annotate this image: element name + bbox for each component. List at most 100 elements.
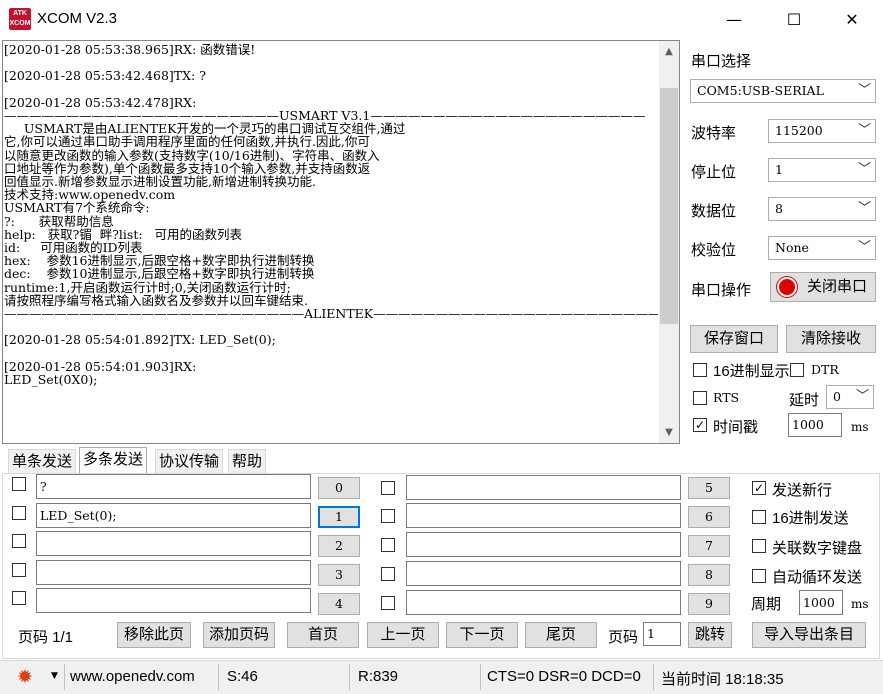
close-port-button[interactable]: 关闭串口 bbox=[770, 272, 876, 302]
status-separator bbox=[653, 664, 654, 690]
send-field-5[interactable] bbox=[406, 475, 681, 500]
first-page-button[interactable]: 首页 bbox=[287, 622, 359, 648]
timestamp-interval-input[interactable]: 1000 bbox=[788, 413, 842, 437]
send-field-0[interactable]: ? bbox=[36, 474, 311, 499]
period-input[interactable]: 1000 bbox=[799, 590, 843, 615]
row-7-checkbox[interactable] bbox=[381, 538, 395, 552]
row-8-checkbox[interactable] bbox=[381, 567, 395, 581]
send-button-2[interactable]: 2 bbox=[318, 535, 360, 557]
send-button-5[interactable]: 5 bbox=[688, 477, 730, 499]
import-export-button[interactable]: 导入导出条目 bbox=[752, 622, 866, 648]
status-sent-count: S:46 bbox=[227, 668, 258, 685]
send-button-8[interactable]: 8 bbox=[688, 564, 730, 586]
delay-select[interactable]: 0 ﹀ bbox=[826, 385, 874, 409]
send-newline-label: 发送新行 bbox=[772, 482, 833, 499]
send-button-0[interactable]: 0 bbox=[318, 477, 360, 499]
tab-help[interactable]: 帮助 bbox=[228, 449, 267, 473]
send-field-3[interactable] bbox=[36, 560, 311, 585]
row-2-checkbox[interactable] bbox=[12, 534, 26, 548]
hex-display-checkbox[interactable] bbox=[693, 363, 707, 377]
send-button-9[interactable]: 9 bbox=[688, 593, 730, 615]
row-6-checkbox[interactable] bbox=[381, 509, 395, 523]
scroll-up-icon[interactable]: ▲ bbox=[660, 43, 678, 61]
period-ms-label: ms bbox=[851, 597, 869, 611]
gear-icon[interactable]: ✹ bbox=[17, 666, 33, 688]
last-page-button[interactable]: 尾页 bbox=[525, 622, 597, 648]
status-separator bbox=[64, 664, 65, 690]
send-newline-checkbox[interactable]: ✓ bbox=[752, 481, 766, 495]
parity-label: 校验位 bbox=[691, 242, 737, 259]
page-input[interactable]: 1 bbox=[643, 622, 681, 646]
auto-loop-checkbox[interactable] bbox=[752, 569, 766, 583]
tab-single-send[interactable]: 单条发送 bbox=[8, 449, 77, 473]
minimize-button[interactable]: — bbox=[711, 0, 757, 40]
rts-checkbox[interactable] bbox=[693, 391, 707, 405]
hex-send-checkbox[interactable] bbox=[752, 510, 766, 524]
row-5-checkbox[interactable] bbox=[381, 481, 395, 495]
parity-value: None bbox=[775, 240, 809, 255]
hex-send-label: 16进制发送 bbox=[772, 510, 849, 527]
send-field-7[interactable] bbox=[406, 532, 681, 557]
row-0-checkbox[interactable] bbox=[12, 477, 26, 491]
receive-text[interactable]: [2020-01-28 05:53:38.965]RX: 函数错误! [2020… bbox=[4, 43, 658, 443]
delay-label: 延时 bbox=[789, 392, 820, 409]
tab-protocol[interactable]: 协议传输 bbox=[155, 449, 224, 473]
stop-select[interactable]: 1 ﹀ bbox=[768, 158, 876, 182]
parity-select[interactable]: None ﹀ bbox=[768, 236, 876, 260]
link-keypad-checkbox[interactable] bbox=[752, 539, 766, 553]
row-1-checkbox[interactable] bbox=[12, 506, 26, 520]
close-port-label: 关闭串口 bbox=[806, 278, 867, 295]
send-field-8[interactable] bbox=[406, 561, 681, 586]
dtr-checkbox[interactable] bbox=[790, 363, 804, 377]
timestamp-label: 时间戳 bbox=[713, 419, 759, 436]
port-status-icon bbox=[779, 279, 795, 295]
send-field-2[interactable] bbox=[36, 531, 311, 556]
jump-button[interactable]: 跳转 bbox=[688, 622, 732, 648]
clear-receive-button[interactable]: 清除接收 bbox=[786, 325, 876, 353]
send-button-7[interactable]: 7 bbox=[688, 535, 730, 557]
data-select[interactable]: 8 ﹀ bbox=[768, 197, 876, 221]
op-label: 串口操作 bbox=[691, 282, 752, 299]
window-title: XCOM V2.3 bbox=[37, 10, 118, 27]
send-field-9[interactable] bbox=[406, 590, 681, 615]
maximize-button[interactable]: ☐ bbox=[771, 0, 817, 40]
send-button-6[interactable]: 6 bbox=[688, 506, 730, 528]
send-field-4[interactable] bbox=[36, 588, 311, 613]
timestamp-checkbox[interactable]: ✓ bbox=[693, 418, 707, 432]
row-3-checkbox[interactable] bbox=[12, 563, 26, 577]
send-field-1[interactable]: LED_Set(0); bbox=[36, 503, 311, 528]
row-9-checkbox[interactable] bbox=[381, 596, 395, 610]
page-label: 页码 bbox=[608, 629, 639, 646]
status-separator bbox=[218, 664, 219, 690]
port-select[interactable]: COM5:USB-SERIAL ﹀ bbox=[690, 79, 876, 103]
send-button-1[interactable]: 1 bbox=[318, 506, 360, 528]
save-window-button[interactable]: 保存窗口 bbox=[690, 325, 778, 353]
stop-label: 停止位 bbox=[691, 164, 737, 181]
status-received-count: R:839 bbox=[358, 668, 399, 685]
data-label: 数据位 bbox=[691, 203, 737, 220]
tab-multi-send[interactable]: 多条发送 bbox=[79, 447, 148, 474]
scroll-thumb[interactable] bbox=[660, 88, 678, 324]
send-field-6[interactable] bbox=[406, 503, 681, 528]
row-4-checkbox[interactable] bbox=[12, 591, 26, 605]
status-separator bbox=[480, 664, 481, 690]
data-value: 8 bbox=[775, 201, 783, 216]
chevron-down-icon: ﹀ bbox=[857, 201, 871, 216]
remove-page-button[interactable]: 移除此页 bbox=[117, 622, 191, 648]
period-label: 周期 bbox=[751, 596, 782, 613]
next-page-button[interactable]: 下一页 bbox=[446, 622, 518, 648]
send-button-3[interactable]: 3 bbox=[318, 564, 360, 586]
dropdown-arrow-icon[interactable]: ▼ bbox=[51, 671, 58, 681]
delay-value: 0 bbox=[833, 389, 841, 404]
dtr-label: DTR bbox=[811, 362, 839, 377]
scroll-down-icon[interactable]: ▼ bbox=[660, 424, 678, 442]
baud-value: 115200 bbox=[775, 123, 823, 138]
add-page-button[interactable]: 添加页码 bbox=[203, 622, 275, 648]
status-url[interactable]: www.openedv.com bbox=[70, 668, 195, 685]
close-button[interactable]: ✕ bbox=[829, 0, 875, 40]
rts-label: RTS bbox=[713, 390, 740, 405]
baud-select[interactable]: 115200 ﹀ bbox=[768, 119, 876, 143]
prev-page-button[interactable]: 上一页 bbox=[367, 622, 439, 648]
link-keypad-label: 关联数字键盘 bbox=[772, 540, 863, 557]
send-button-4[interactable]: 4 bbox=[318, 593, 360, 615]
